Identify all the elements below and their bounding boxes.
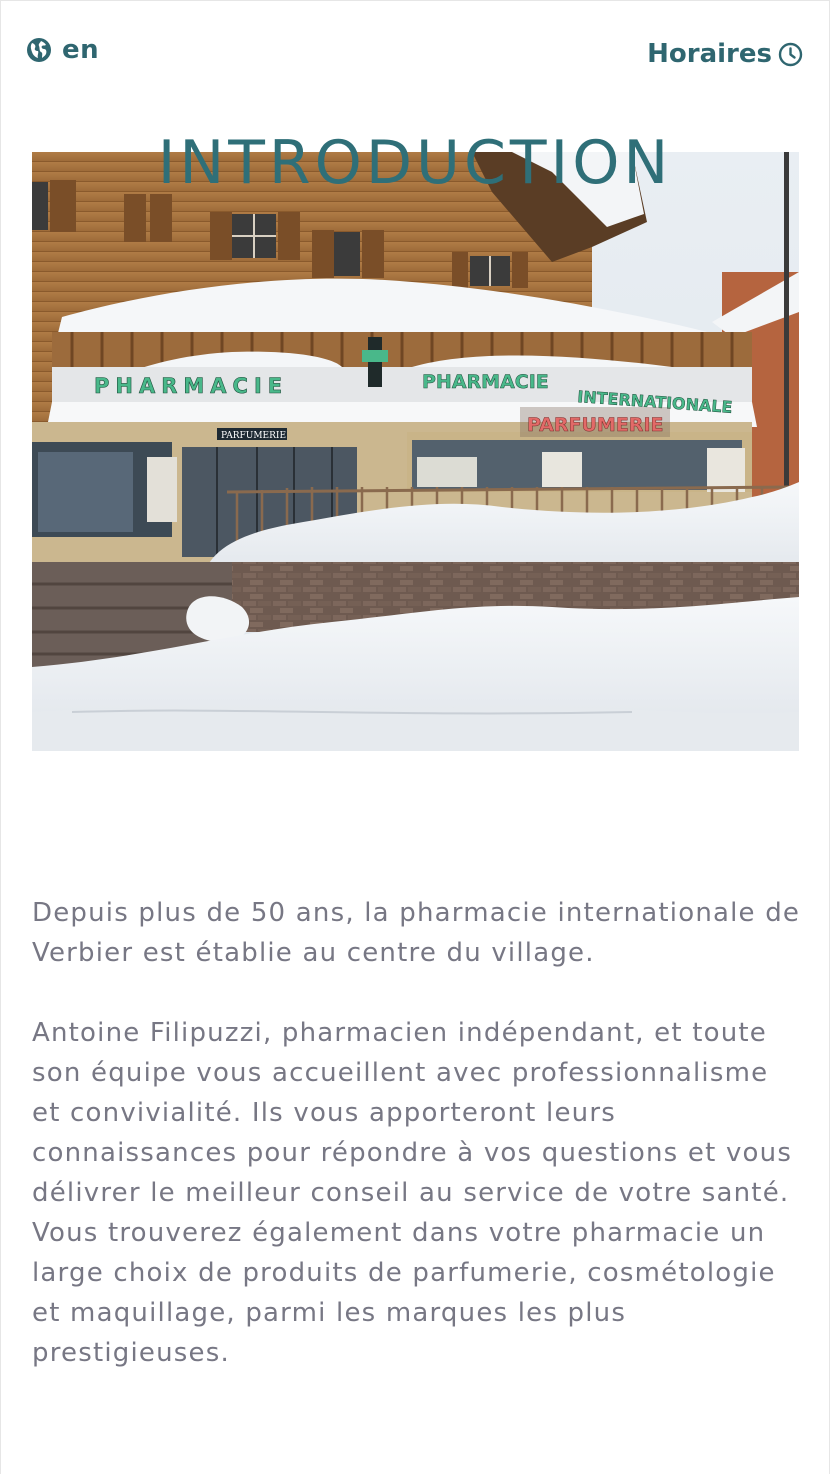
page: en Horaires INTRODUCTION PHARMACIE PHARM… [0,0,830,1474]
sign-parfumerie: PARFUMERIE [527,414,664,436]
language-switcher[interactable]: en [26,35,99,65]
hours-label: Horaires [647,39,772,69]
sign-pharmacie-right: PHARMACIE [422,371,549,393]
intro-paragraph-1: Depuis plus de 50 ans, la pharmacie inte… [32,898,801,968]
globe-icon [26,37,52,63]
language-label: en [62,35,100,65]
hours-link[interactable]: Horaires [647,39,803,69]
clock-icon [778,42,803,67]
section-title: INTRODUCTION [157,128,673,198]
pharmacy-photo: PHARMACIE PHARMACIE INTERNATIONALE PARFU… [32,152,799,751]
sign-pharmacie-left: PHARMACIE [94,374,288,398]
intro-paragraph-2: Antoine Filipuzzi, pharmacien indépendan… [32,1018,793,1368]
sign-parfumerie-small: PARFUMERIE [221,431,286,441]
intro-text: Depuis plus de 50 ans, la pharmacie inte… [32,893,804,1373]
